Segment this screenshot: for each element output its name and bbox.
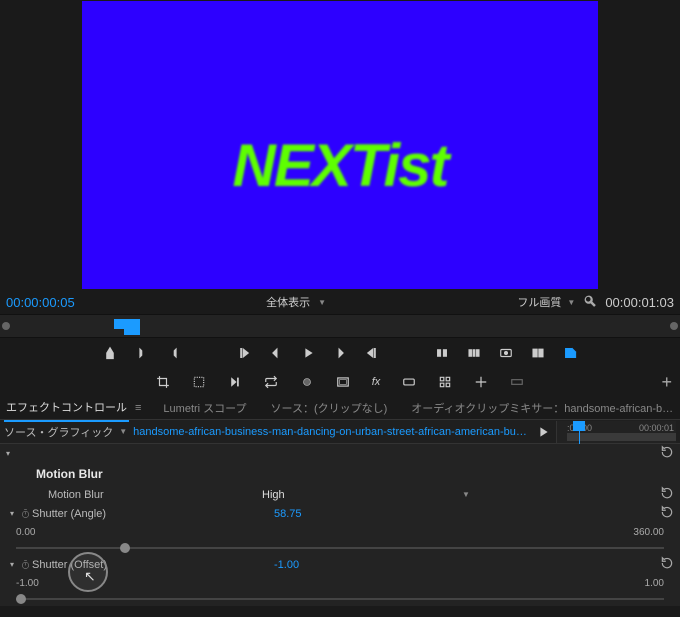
parent-group-row[interactable]: ▾ bbox=[0, 444, 680, 463]
shutter-offset-slider[interactable] bbox=[16, 592, 664, 606]
panel-tabs: エフェクトコントロール ≡ Lumetri スコープ ソース：(クリップなし) … bbox=[0, 396, 680, 420]
go-to-in-icon[interactable] bbox=[237, 346, 251, 360]
record-icon[interactable] bbox=[300, 375, 314, 389]
prop-label-motion-blur: Motion Blur bbox=[20, 489, 262, 501]
fx-icon[interactable]: fx bbox=[372, 376, 381, 388]
scrub-bar[interactable] bbox=[0, 314, 680, 338]
guides-icon[interactable] bbox=[474, 375, 488, 389]
zoom-selector[interactable]: 全体表示 ▼ bbox=[266, 294, 326, 310]
settings-wrench-icon[interactable] bbox=[583, 294, 597, 311]
play-icon[interactable] bbox=[301, 346, 315, 360]
reset-icon[interactable] bbox=[660, 505, 674, 522]
monitor-info-bar: 00:00:00:05 全体表示 ▼ フル画質 ▼ 00:00:01:03 bbox=[0, 290, 680, 314]
rulers-icon[interactable] bbox=[510, 375, 524, 389]
reset-icon[interactable] bbox=[660, 556, 674, 573]
shutter-angle-range: 0.00 360.00 bbox=[0, 523, 680, 541]
preview-canvas: NEXTist bbox=[82, 1, 598, 289]
prop-shutter-angle: ▾ Shutter (Angle) 58.75 bbox=[0, 504, 680, 523]
go-to-out-icon[interactable] bbox=[365, 346, 379, 360]
export-frame-icon[interactable] bbox=[499, 346, 513, 360]
prop-motion-blur: Motion Blur High ▼ bbox=[0, 485, 680, 504]
add-marker-icon[interactable] bbox=[103, 346, 117, 360]
range-min: -1.00 bbox=[16, 578, 39, 589]
button-editor-plus-icon[interactable]: + bbox=[661, 372, 672, 393]
lift-icon[interactable] bbox=[435, 346, 449, 360]
step-back-icon[interactable] bbox=[269, 346, 283, 360]
range-max: 360.00 bbox=[633, 527, 664, 538]
resolution-selector[interactable]: フル画質 ▼ bbox=[517, 294, 575, 310]
program-monitor: NEXTist bbox=[0, 0, 680, 290]
prop-value-motion-blur[interactable]: High bbox=[262, 489, 372, 501]
zoom-label: 全体表示 bbox=[266, 294, 310, 310]
chevron-down-icon[interactable]: ▼ bbox=[119, 427, 127, 436]
extract-icon[interactable] bbox=[467, 346, 481, 360]
grid-icon[interactable] bbox=[438, 375, 452, 389]
prop-value-shutter-angle[interactable]: 58.75 bbox=[274, 508, 384, 520]
duration-timecode: 00:00:01:03 bbox=[605, 295, 674, 310]
mark-out-icon[interactable] bbox=[167, 346, 181, 360]
effect-controls-body: ▾ Motion Blur Motion Blur High ▼ ▾ Shutt… bbox=[0, 444, 680, 606]
reset-icon[interactable] bbox=[660, 486, 674, 503]
prop-label-shutter-angle: Shutter (Angle) bbox=[32, 508, 274, 520]
playhead-handle-icon[interactable] bbox=[573, 421, 585, 431]
disclosure-down-icon[interactable]: ▾ bbox=[10, 560, 20, 569]
mini-tick-end: 00:00:01 bbox=[639, 423, 674, 433]
range-max: 1.00 bbox=[645, 578, 664, 589]
step-forward-icon[interactable] bbox=[333, 346, 347, 360]
transport-controls-primary bbox=[0, 338, 680, 368]
preview-graphic-text: NEXTist bbox=[233, 131, 448, 200]
mark-in-icon[interactable] bbox=[135, 346, 149, 360]
play-only-icon[interactable] bbox=[536, 425, 550, 439]
slider-thumb[interactable] bbox=[16, 594, 26, 604]
panel-menu-icon[interactable]: ≡ bbox=[135, 402, 141, 414]
effect-group-label: Motion Blur bbox=[36, 467, 103, 481]
stopwatch-icon[interactable] bbox=[20, 508, 32, 520]
cursor-click-indicator: ↖ bbox=[68, 552, 108, 592]
cursor-arrow-icon: ↖ bbox=[84, 568, 96, 585]
chevron-down-icon: ▼ bbox=[567, 298, 575, 307]
mini-clip-bar bbox=[567, 433, 676, 441]
proxy-icon[interactable] bbox=[192, 375, 206, 389]
resolution-label: フル画質 bbox=[517, 294, 561, 310]
zoom-handle-right[interactable] bbox=[670, 322, 678, 330]
effect-mini-timeline[interactable]: :00:00 00:00:01 bbox=[556, 421, 676, 443]
current-timecode[interactable]: 00:00:00:05 bbox=[6, 295, 75, 310]
tab-audio-mixer[interactable]: オーディオクリップミキサー：handsome-african-business-… bbox=[409, 395, 676, 421]
shutter-angle-slider[interactable] bbox=[16, 541, 664, 555]
zoom-handle-left[interactable] bbox=[2, 322, 10, 330]
chevron-down-icon: ▼ bbox=[318, 298, 326, 307]
crop-icon[interactable] bbox=[156, 375, 170, 389]
comparison-view-icon[interactable] bbox=[531, 346, 545, 360]
stopwatch-icon[interactable] bbox=[20, 559, 32, 571]
slider-rail bbox=[16, 547, 664, 549]
chevron-down-icon[interactable]: ▼ bbox=[462, 490, 470, 499]
slider-rail bbox=[16, 598, 664, 600]
tab-source[interactable]: ソース：(クリップなし) bbox=[269, 395, 390, 421]
clip-link[interactable]: handsome-african-business-man-dancing-on… bbox=[133, 426, 530, 438]
tab-lumetri-scopes[interactable]: Lumetri スコープ bbox=[161, 395, 248, 421]
playhead-marker[interactable] bbox=[124, 319, 140, 335]
tab-effect-controls[interactable]: エフェクトコントロール bbox=[4, 394, 129, 422]
reset-icon[interactable] bbox=[660, 445, 674, 462]
transport-controls-secondary: fx + bbox=[0, 368, 680, 396]
loop-icon[interactable] bbox=[264, 375, 278, 389]
source-label: ソース・グラフィック bbox=[4, 424, 113, 440]
range-min: 0.00 bbox=[16, 527, 35, 538]
effect-controls-header: ソース・グラフィック ▼ handsome-african-business-m… bbox=[0, 420, 680, 444]
slider-thumb[interactable] bbox=[120, 543, 130, 553]
disclosure-down-icon[interactable]: ▾ bbox=[6, 449, 16, 458]
effect-group-motion-blur[interactable]: Motion Blur bbox=[0, 463, 680, 485]
prop-value-shutter-offset[interactable]: -1.00 bbox=[274, 559, 384, 571]
safe-margins-icon[interactable] bbox=[336, 375, 350, 389]
disclosure-down-icon[interactable]: ▾ bbox=[10, 509, 20, 518]
vr-icon[interactable] bbox=[402, 375, 416, 389]
play-around-icon[interactable] bbox=[228, 375, 242, 389]
export-icon[interactable] bbox=[563, 346, 577, 360]
